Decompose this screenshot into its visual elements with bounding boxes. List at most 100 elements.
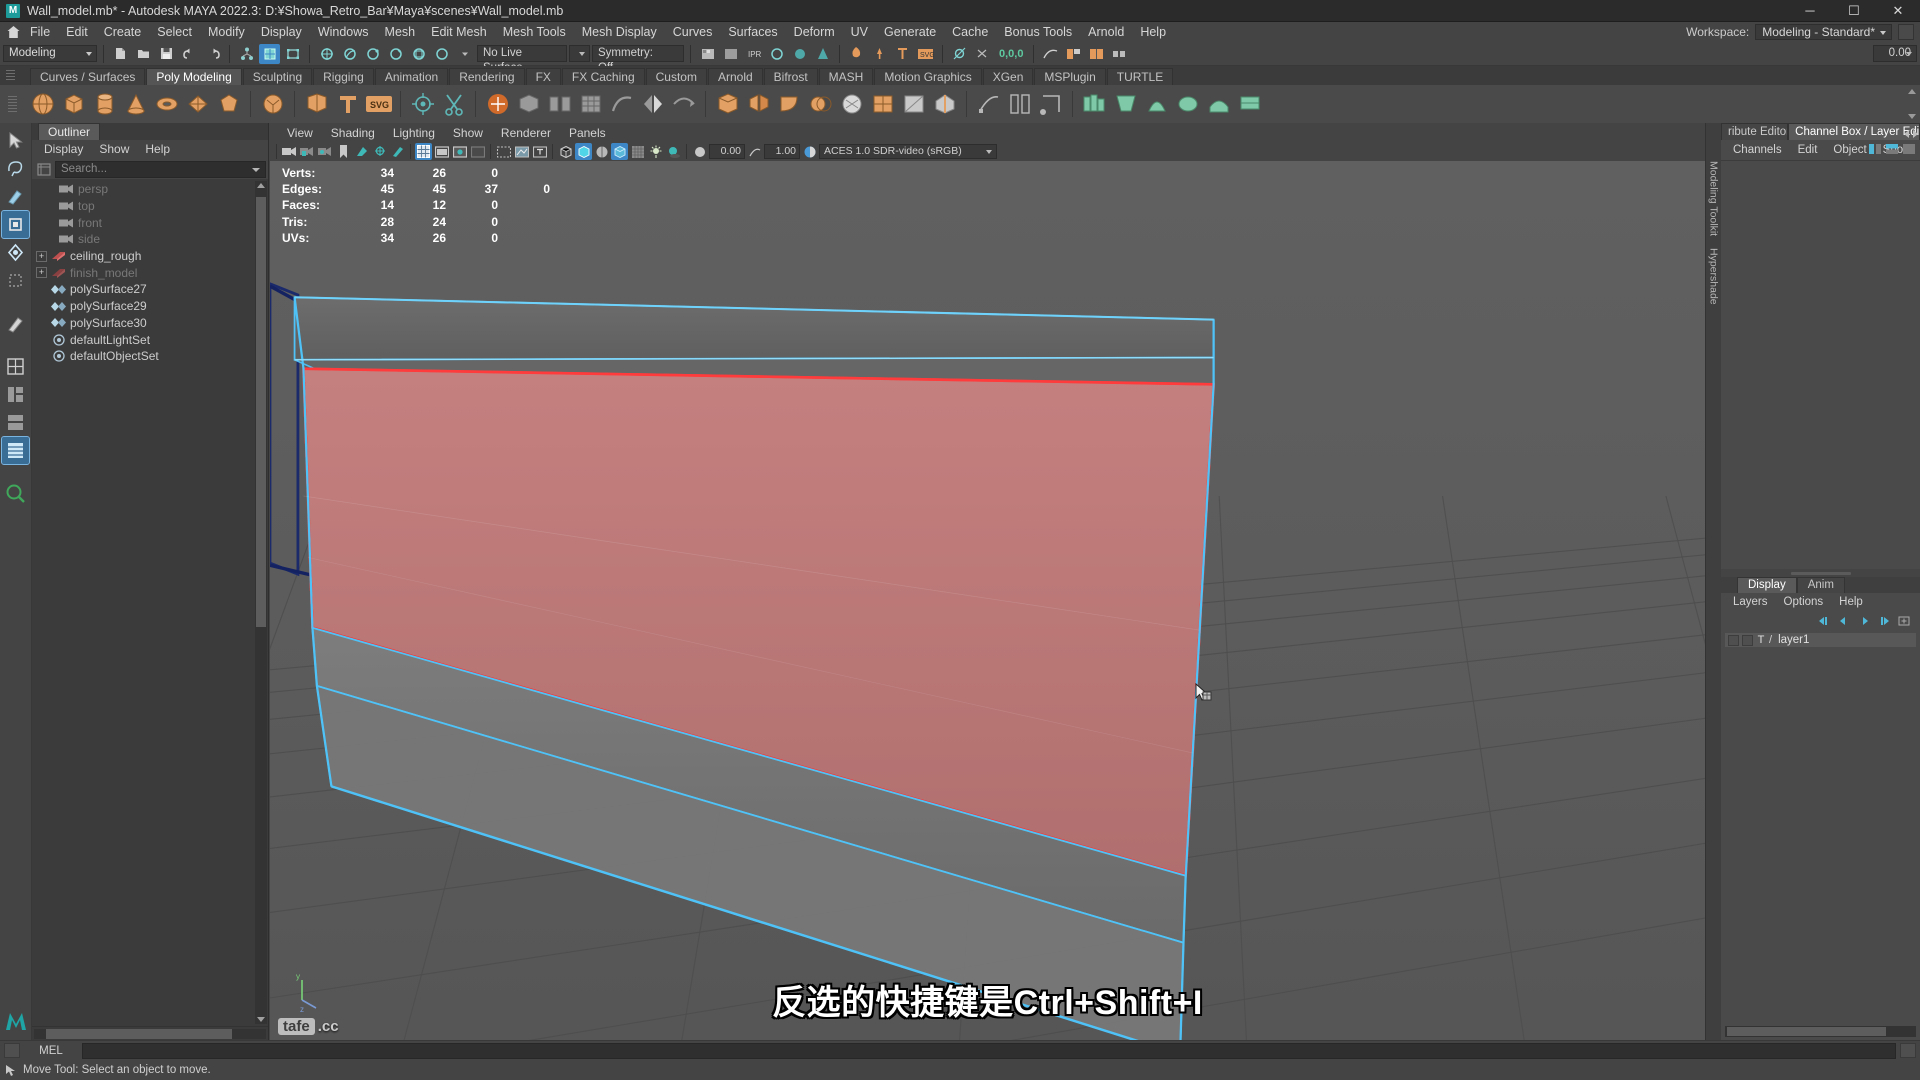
poly-reduce-icon[interactable]	[837, 89, 866, 119]
menu-curves[interactable]: Curves	[665, 22, 721, 42]
viewport-menu-renderer[interactable]: Renderer	[492, 124, 560, 142]
outliner-tree[interactable]: persp top front side + ceiling_rough + f…	[32, 179, 268, 1026]
tab-attribute-editor[interactable]: ribute Editor	[1721, 123, 1789, 140]
paint-select-tool[interactable]	[2, 183, 29, 210]
resolution-gate-icon[interactable]	[451, 143, 468, 160]
poly-detach-icon[interactable]	[744, 89, 773, 119]
poly-wedge-icon[interactable]	[775, 89, 804, 119]
svg-tool-icon[interactable]: SVG	[915, 44, 936, 64]
script-editor-open-icon[interactable]	[1900, 1043, 1916, 1058]
menu-create[interactable]: Create	[96, 22, 150, 42]
playblast-icon[interactable]	[949, 44, 970, 64]
layer-next-icon[interactable]	[1857, 615, 1870, 627]
outliner-item-defaultobjectset[interactable]: defaultObjectSet	[32, 348, 268, 365]
poly-crease-icon[interactable]	[930, 89, 959, 119]
target-weld-icon[interactable]	[408, 89, 437, 119]
select-tool[interactable]	[2, 127, 29, 154]
outliner-vertical-scrollbar[interactable]	[255, 181, 267, 1024]
shelf-tab-msplugin[interactable]: MSPlugin	[1034, 68, 1106, 85]
poly-torus-icon[interactable]	[152, 89, 181, 119]
outliner-filter-icon[interactable]	[35, 161, 52, 177]
bookmark-icon[interactable]	[335, 143, 352, 160]
outliner-item-top[interactable]: top	[32, 198, 268, 215]
menu-help[interactable]: Help	[1132, 22, 1174, 42]
expand-toggle-icon[interactable]: +	[36, 267, 47, 279]
zero-coords-icon[interactable]	[972, 44, 993, 64]
snap-projected-icon[interactable]	[385, 44, 406, 64]
bevel-icon[interactable]	[514, 89, 543, 119]
sculpt-icon[interactable]	[846, 44, 867, 64]
layer-list-hscrollbar[interactable]	[1725, 1026, 1916, 1037]
outliner-scroll-thumb[interactable]	[256, 197, 266, 627]
smooth-icon[interactable]	[607, 89, 636, 119]
shelf-bar-grip-handle[interactable]	[8, 96, 17, 112]
display-layer-list[interactable]: T / layer1	[1721, 629, 1920, 1040]
persp-outliner-layout[interactable]	[1, 436, 30, 465]
move-tool[interactable]	[1, 210, 30, 239]
shelf-tab-curves-surfaces[interactable]: Curves / Surfaces	[30, 68, 146, 85]
outliner-item-defaultlightset[interactable]: defaultLightSet	[32, 331, 268, 348]
lasso-tool[interactable]	[2, 155, 29, 182]
select-component-icon[interactable]	[282, 44, 303, 64]
snap-uv-icon[interactable]	[431, 44, 452, 64]
shelf-tab-fx[interactable]: FX	[525, 68, 561, 85]
sculpt-tool-4-icon[interactable]	[1173, 89, 1202, 119]
menu-display[interactable]: Display	[253, 22, 310, 42]
layer-playback-toggle[interactable]	[1742, 634, 1753, 646]
camera-attributes-icon[interactable]	[317, 143, 334, 160]
snap-view-plane-icon[interactable]	[408, 44, 429, 64]
channelbox-layout-icon-2[interactable]	[1886, 143, 1899, 158]
textured-icon[interactable]	[611, 143, 628, 160]
poly-cone-icon[interactable]	[121, 89, 150, 119]
outliner-persp-layout[interactable]	[2, 409, 29, 436]
outliner-search-input[interactable]: Search...	[55, 160, 266, 178]
rotate-tool[interactable]	[2, 239, 29, 266]
text-tool-icon[interactable]	[892, 44, 913, 64]
hotbox-search-icon[interactable]	[2, 480, 29, 507]
layer-menu-layers[interactable]: Layers	[1725, 593, 1776, 612]
sculpt-tool-3-icon[interactable]	[1142, 89, 1171, 119]
shelf-grip-handle[interactable]	[6, 70, 15, 82]
four-view-layout[interactable]	[2, 381, 29, 408]
outliner-menu-help[interactable]: Help	[137, 140, 178, 159]
viewport-menu-lighting[interactable]: Lighting	[384, 124, 444, 142]
open-scene-icon[interactable]	[133, 44, 154, 64]
shelf-tab-rigging[interactable]: Rigging	[313, 68, 374, 85]
outliner-hscroll-thumb[interactable]	[46, 1029, 232, 1039]
layer-visibility-toggle[interactable]	[1728, 634, 1739, 646]
uv-transfer-icon[interactable]	[1036, 89, 1065, 119]
menu-cache[interactable]: Cache	[944, 22, 996, 42]
layer-hscroll-thumb[interactable]	[1727, 1027, 1886, 1036]
shelf-tab-animation[interactable]: Animation	[374, 68, 449, 85]
mirror-icon[interactable]	[638, 89, 667, 119]
menu-arnold[interactable]: Arnold	[1080, 22, 1132, 42]
poly-soup-icon[interactable]	[258, 89, 287, 119]
outliner-item-polysurface29[interactable]: polySurface29	[32, 298, 268, 315]
color-space-selector[interactable]: ACES 1.0 SDR-video (sRGB)	[819, 144, 997, 159]
menu-mesh-display[interactable]: Mesh Display	[574, 22, 665, 42]
bridge-icon[interactable]	[545, 89, 574, 119]
outliner-horizontal-scrollbar[interactable]	[34, 1029, 266, 1039]
text-object-icon[interactable]	[333, 89, 362, 119]
perspective-viewport[interactable]: Verts: 34 26 0 Edges: 45 45 37 0 Faces:	[270, 161, 1705, 1040]
grease-pencil-icon[interactable]	[389, 143, 406, 160]
extrude-icon[interactable]	[483, 89, 512, 119]
menu-set-selector[interactable]: Modeling	[3, 45, 97, 62]
live-surface-field[interactable]: No Live Surface	[477, 45, 567, 74]
ui-toggle-3-icon[interactable]	[1109, 44, 1130, 64]
gate-mask-icon[interactable]	[469, 143, 486, 160]
poly-triangulate-icon[interactable]	[899, 89, 928, 119]
exposure-toggle-icon[interactable]	[691, 143, 708, 160]
redo-icon[interactable]	[202, 44, 223, 64]
tab-nav-arrows[interactable]	[1904, 130, 1918, 138]
poly-prism-icon[interactable]	[214, 89, 243, 119]
layer-prev-icon[interactable]	[1837, 615, 1850, 627]
outliner-item-finish-model[interactable]: + finish_model	[32, 264, 268, 281]
menu-mesh-tools[interactable]: Mesh Tools	[495, 22, 574, 42]
scroll-up-icon[interactable]	[257, 183, 265, 188]
select-hierarchy-icon[interactable]	[236, 44, 257, 64]
poly-cylinder-icon[interactable]	[90, 89, 119, 119]
ui-toggle-2-icon[interactable]	[1086, 44, 1107, 64]
hypershade-icon[interactable]	[789, 44, 810, 64]
lock-camera-icon[interactable]	[299, 143, 316, 160]
